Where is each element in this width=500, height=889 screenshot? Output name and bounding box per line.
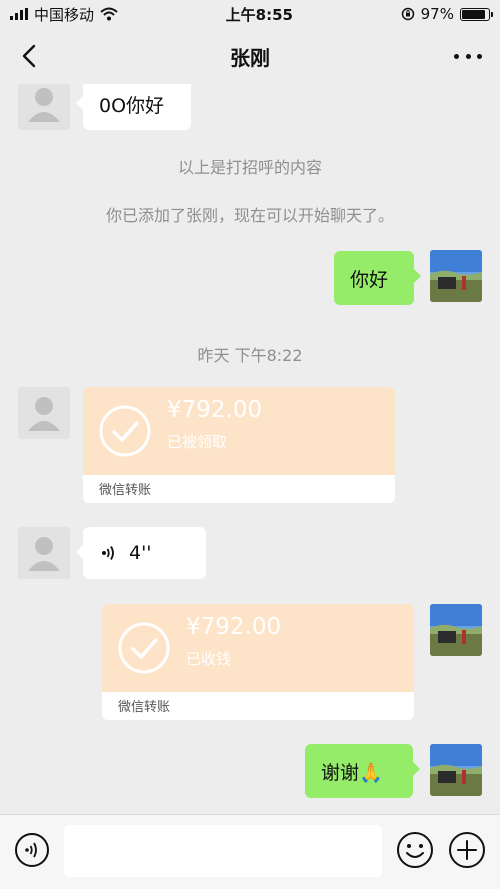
transfer-footer: 微信转账 [99,483,152,498]
more-options-icon[interactable] [454,42,482,70]
voice-duration: 4'' [129,542,152,564]
emoji-icon[interactable] [396,831,434,869]
chat-history[interactable]: 0O你好 以上是打招呼的内容 你已添加了张刚，现在可以开始聊天了。 你好 昨天 … [0,84,500,814]
message-greeting[interactable]: 0O你好 [76,84,191,130]
nav-bar: 张刚 [0,28,500,84]
message-text: 谢谢🙏 [321,761,383,784]
chat-title: 张刚 [230,45,270,70]
message-thanks[interactable]: 谢谢🙏 [305,744,420,798]
status-time: 上午8:55 [225,5,293,24]
contact-avatar[interactable] [18,387,70,439]
contact-avatar[interactable] [18,84,70,130]
transfer-status: 已被领取 [167,433,228,451]
message-text: 0O你好 [99,94,165,117]
status-bar: 中国移动 上午8:55 97% [0,0,500,28]
check-circle-icon [99,405,151,457]
my-avatar[interactable] [430,604,482,656]
carrier-label: 中国移动 [34,5,95,24]
voice-message[interactable]: 4'' [76,527,206,579]
battery-percent: 97% [420,5,454,23]
message-text: 你好 [350,268,389,291]
my-avatar[interactable] [430,744,482,796]
transfer-card-incoming[interactable]: ¥792.00 已被领取 微信转账 [83,387,395,503]
plus-icon[interactable] [448,831,486,869]
transfer-footer: 微信转账 [118,700,171,715]
battery-icon [459,7,493,21]
transfer-status: 已收钱 [186,650,232,668]
timestamp: 昨天 下午8:22 [197,346,303,365]
back-icon[interactable] [16,42,44,70]
message-input[interactable] [64,825,382,877]
my-avatar[interactable] [430,250,482,302]
voice-wave-icon [102,546,114,560]
system-note-greeting: 以上是打招呼的内容 [177,158,322,177]
message-my-hello[interactable]: 你好 [334,251,421,305]
transfer-amount: ¥792.00 [167,397,263,423]
transfer-amount: ¥792.00 [186,614,282,640]
check-circle-icon [118,622,170,674]
voice-input-icon[interactable] [14,832,50,868]
contact-avatar[interactable] [18,527,70,579]
orientation-lock-icon [401,7,414,21]
transfer-card-outgoing[interactable]: ¥792.00 已收钱 微信转账 [102,604,414,720]
system-note-added: 你已添加了张刚，现在可以开始聊天了。 [105,206,394,225]
input-bar [0,814,500,889]
wifi-icon [100,7,118,21]
signal-icon [10,8,28,20]
